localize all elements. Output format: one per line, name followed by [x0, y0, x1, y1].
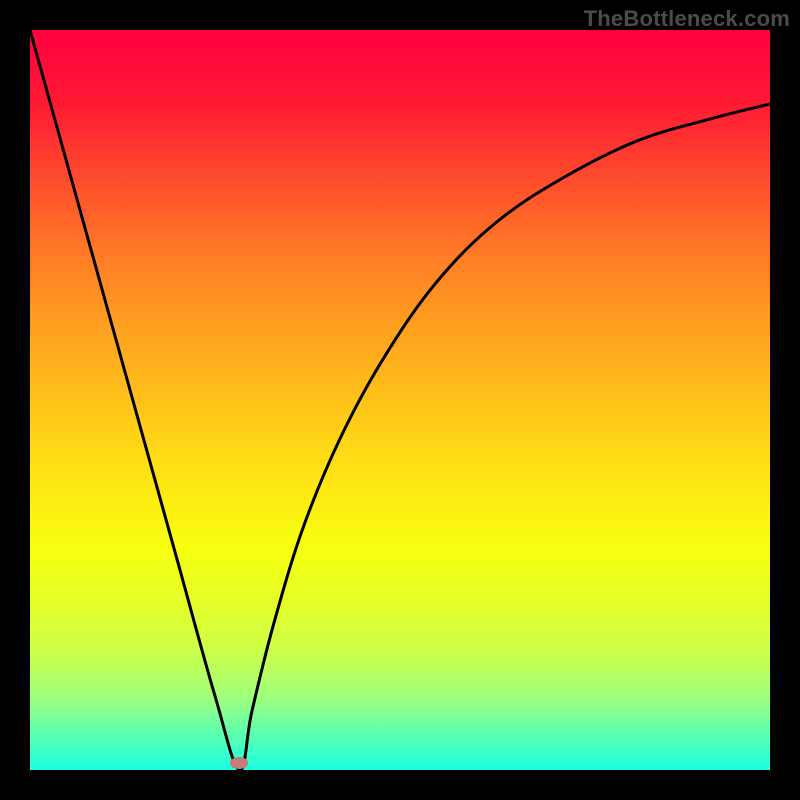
minimum-marker: [230, 757, 248, 769]
plot-area: [30, 30, 770, 770]
attribution-text: TheBottleneck.com: [584, 6, 790, 32]
curve-path: [30, 30, 770, 770]
chart-container: TheBottleneck.com: [0, 0, 800, 800]
